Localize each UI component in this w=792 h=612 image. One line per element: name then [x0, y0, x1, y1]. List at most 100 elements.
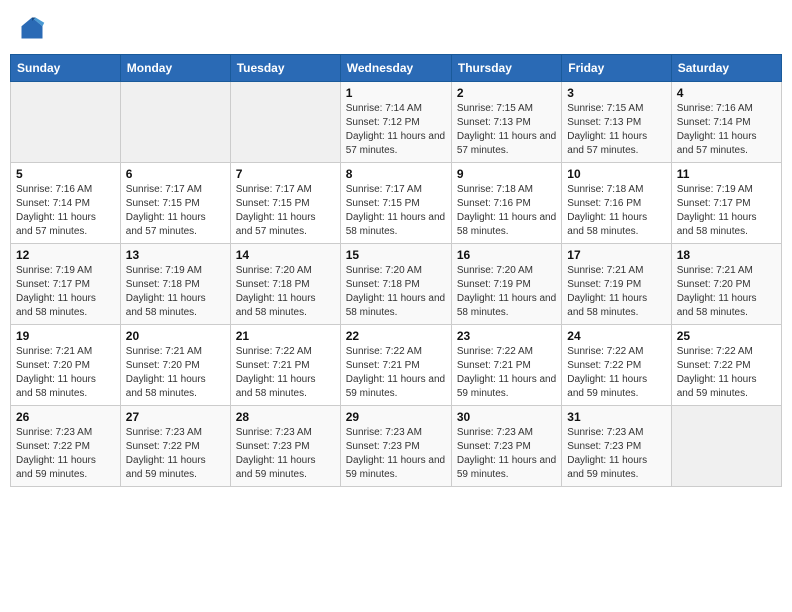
day-info: Sunrise: 7:14 AMSunset: 7:12 PMDaylight:… [346, 102, 446, 158]
day-info: Sunrise: 7:23 AMSunset: 7:22 PMDaylight:… [16, 426, 115, 482]
calendar-cell: 24 Sunrise: 7:22 AMSunset: 7:22 PMDayligh… [562, 325, 671, 406]
day-info: Sunrise: 7:19 AMSunset: 7:17 PMDaylight:… [16, 264, 115, 320]
day-number: 20 [126, 329, 225, 343]
day-number: 7 [236, 167, 335, 181]
day-number: 14 [236, 248, 335, 262]
logo [18, 14, 50, 42]
day-number: 18 [677, 248, 776, 262]
calendar-cell: 26 Sunrise: 7:23 AMSunset: 7:22 PMDayligh… [11, 406, 121, 487]
calendar-cell: 13 Sunrise: 7:19 AMSunset: 7:18 PMDayligh… [120, 244, 230, 325]
day-info: Sunrise: 7:23 AMSunset: 7:22 PMDaylight:… [126, 426, 225, 482]
calendar-cell: 25 Sunrise: 7:22 AMSunset: 7:22 PMDayligh… [671, 325, 781, 406]
day-number: 6 [126, 167, 225, 181]
calendar-cell: 21 Sunrise: 7:22 AMSunset: 7:21 PMDayligh… [230, 325, 340, 406]
day-number: 2 [457, 86, 556, 100]
day-number: 29 [346, 410, 446, 424]
day-info: Sunrise: 7:23 AMSunset: 7:23 PMDaylight:… [236, 426, 335, 482]
calendar-cell: 23 Sunrise: 7:22 AMSunset: 7:21 PMDayligh… [451, 325, 561, 406]
calendar-cell: 2 Sunrise: 7:15 AMSunset: 7:13 PMDaylight… [451, 82, 561, 163]
calendar-cell: 27 Sunrise: 7:23 AMSunset: 7:22 PMDayligh… [120, 406, 230, 487]
calendar-cell: 3 Sunrise: 7:15 AMSunset: 7:13 PMDaylight… [562, 82, 671, 163]
day-info: Sunrise: 7:15 AMSunset: 7:13 PMDaylight:… [457, 102, 556, 158]
calendar-day-header: Sunday [11, 55, 121, 82]
day-info: Sunrise: 7:23 AMSunset: 7:23 PMDaylight:… [457, 426, 556, 482]
day-info: Sunrise: 7:17 AMSunset: 7:15 PMDaylight:… [346, 183, 446, 239]
day-info: Sunrise: 7:16 AMSunset: 7:14 PMDaylight:… [16, 183, 115, 239]
calendar-cell: 9 Sunrise: 7:18 AMSunset: 7:16 PMDaylight… [451, 163, 561, 244]
day-info: Sunrise: 7:19 AMSunset: 7:17 PMDaylight:… [677, 183, 776, 239]
day-info: Sunrise: 7:18 AMSunset: 7:16 PMDaylight:… [457, 183, 556, 239]
day-info: Sunrise: 7:21 AMSunset: 7:20 PMDaylight:… [126, 345, 225, 401]
day-number: 12 [16, 248, 115, 262]
day-number: 15 [346, 248, 446, 262]
day-number: 28 [236, 410, 335, 424]
calendar-week-row: 19 Sunrise: 7:21 AMSunset: 7:20 PMDayligh… [11, 325, 782, 406]
calendar-day-header: Saturday [671, 55, 781, 82]
day-info: Sunrise: 7:21 AMSunset: 7:19 PMDaylight:… [567, 264, 665, 320]
day-number: 26 [16, 410, 115, 424]
day-number: 19 [16, 329, 115, 343]
calendar-cell: 12 Sunrise: 7:19 AMSunset: 7:17 PMDayligh… [11, 244, 121, 325]
day-info: Sunrise: 7:17 AMSunset: 7:15 PMDaylight:… [126, 183, 225, 239]
day-number: 25 [677, 329, 776, 343]
calendar-table: SundayMondayTuesdayWednesdayThursdayFrid… [10, 54, 782, 487]
day-number: 24 [567, 329, 665, 343]
day-info: Sunrise: 7:17 AMSunset: 7:15 PMDaylight:… [236, 183, 335, 239]
day-info: Sunrise: 7:21 AMSunset: 7:20 PMDaylight:… [677, 264, 776, 320]
calendar-cell: 30 Sunrise: 7:23 AMSunset: 7:23 PMDayligh… [451, 406, 561, 487]
day-number: 11 [677, 167, 776, 181]
calendar-cell: 22 Sunrise: 7:22 AMSunset: 7:21 PMDayligh… [340, 325, 451, 406]
day-info: Sunrise: 7:22 AMSunset: 7:21 PMDaylight:… [236, 345, 335, 401]
calendar-cell: 29 Sunrise: 7:23 AMSunset: 7:23 PMDayligh… [340, 406, 451, 487]
calendar-cell: 31Sunrise: 7:23 AMSunset: 7:23 PMDayligh… [562, 406, 671, 487]
calendar-day-header: Tuesday [230, 55, 340, 82]
calendar-cell: 16Sunrise: 7:20 AMSunset: 7:19 PMDayligh… [451, 244, 561, 325]
day-number: 4 [677, 86, 776, 100]
calendar-cell: 7 Sunrise: 7:17 AMSunset: 7:15 PMDaylight… [230, 163, 340, 244]
day-info: Sunrise: 7:15 AMSunset: 7:13 PMDaylight:… [567, 102, 665, 158]
day-number: 17 [567, 248, 665, 262]
calendar-week-row: 26 Sunrise: 7:23 AMSunset: 7:22 PMDayligh… [11, 406, 782, 487]
calendar-cell: 17 Sunrise: 7:21 AMSunset: 7:19 PMDayligh… [562, 244, 671, 325]
day-info: Sunrise: 7:22 AMSunset: 7:22 PMDaylight:… [677, 345, 776, 401]
calendar-cell [671, 406, 781, 487]
day-number: 22 [346, 329, 446, 343]
day-number: 10 [567, 167, 665, 181]
calendar-cell: 10 Sunrise: 7:18 AMSunset: 7:16 PMDayligh… [562, 163, 671, 244]
calendar-cell: 6 Sunrise: 7:17 AMSunset: 7:15 PMDaylight… [120, 163, 230, 244]
day-number: 30 [457, 410, 556, 424]
calendar-cell: 1 Sunrise: 7:14 AMSunset: 7:12 PMDaylight… [340, 82, 451, 163]
calendar-cell: 19Sunrise: 7:21 AMSunset: 7:20 PMDayligh… [11, 325, 121, 406]
calendar-cell: 20 Sunrise: 7:21 AMSunset: 7:20 PMDayligh… [120, 325, 230, 406]
calendar-week-row: 5 Sunrise: 7:16 AMSunset: 7:14 PMDaylight… [11, 163, 782, 244]
day-info: Sunrise: 7:22 AMSunset: 7:21 PMDaylight:… [346, 345, 446, 401]
calendar-cell: 15 Sunrise: 7:20 AMSunset: 7:18 PMDayligh… [340, 244, 451, 325]
day-info: Sunrise: 7:22 AMSunset: 7:22 PMDaylight:… [567, 345, 665, 401]
calendar-cell: 11 Sunrise: 7:19 AMSunset: 7:17 PMDayligh… [671, 163, 781, 244]
calendar-week-row: 1 Sunrise: 7:14 AMSunset: 7:12 PMDaylight… [11, 82, 782, 163]
page-header [10, 10, 782, 46]
day-number: 3 [567, 86, 665, 100]
day-number: 1 [346, 86, 446, 100]
day-info: Sunrise: 7:23 AMSunset: 7:23 PMDaylight:… [346, 426, 446, 482]
calendar-cell [230, 82, 340, 163]
calendar-cell: 18 Sunrise: 7:21 AMSunset: 7:20 PMDayligh… [671, 244, 781, 325]
calendar-cell: 8Sunrise: 7:17 AMSunset: 7:15 PMDaylight… [340, 163, 451, 244]
day-number: 9 [457, 167, 556, 181]
day-info: Sunrise: 7:19 AMSunset: 7:18 PMDaylight:… [126, 264, 225, 320]
day-number: 31 [567, 410, 665, 424]
day-info: Sunrise: 7:20 AMSunset: 7:18 PMDaylight:… [236, 264, 335, 320]
day-number: 23 [457, 329, 556, 343]
day-number: 13 [126, 248, 225, 262]
calendar-cell: 28 Sunrise: 7:23 AMSunset: 7:23 PMDayligh… [230, 406, 340, 487]
day-info: Sunrise: 7:18 AMSunset: 7:16 PMDaylight:… [567, 183, 665, 239]
day-number: 5 [16, 167, 115, 181]
calendar-day-header: Wednesday [340, 55, 451, 82]
calendar-day-header: Monday [120, 55, 230, 82]
day-info: Sunrise: 7:22 AMSunset: 7:21 PMDaylight:… [457, 345, 556, 401]
day-number: 21 [236, 329, 335, 343]
day-number: 27 [126, 410, 225, 424]
day-info: Sunrise: 7:20 AMSunset: 7:18 PMDaylight:… [346, 264, 446, 320]
day-number: 16 [457, 248, 556, 262]
calendar-header-row: SundayMondayTuesdayWednesdayThursdayFrid… [11, 55, 782, 82]
